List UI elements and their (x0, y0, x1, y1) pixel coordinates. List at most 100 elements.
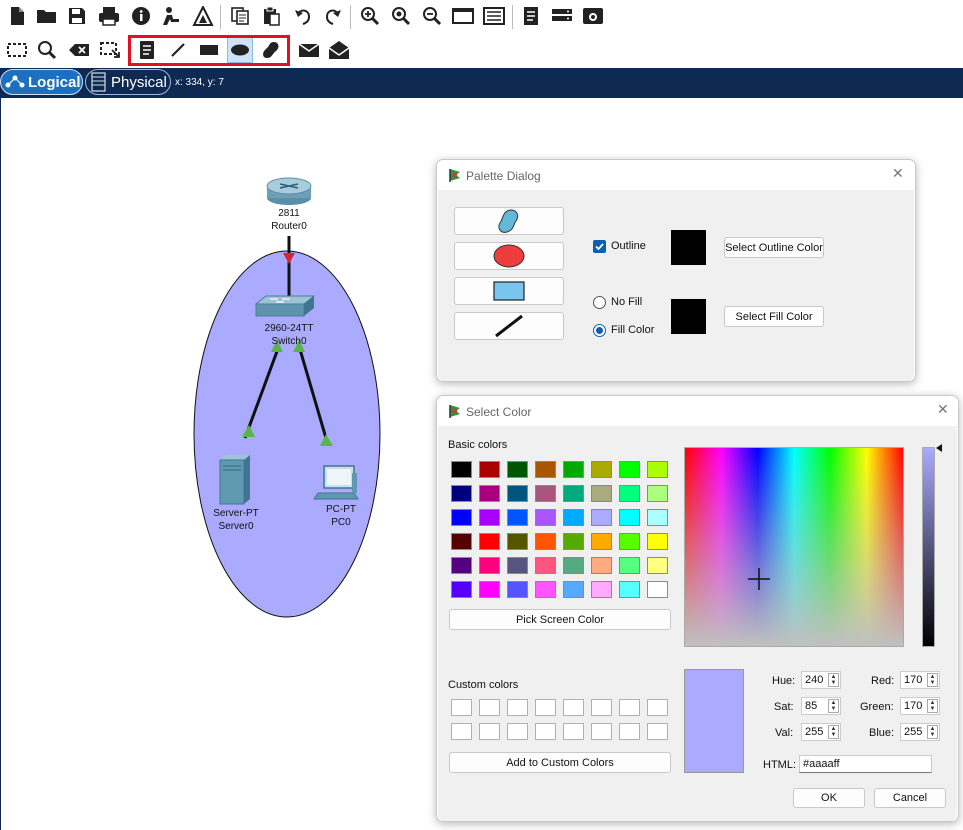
spin-arrows-icon[interactable]: ▲ ▼ (927, 699, 938, 713)
basic-color-swatch[interactable] (563, 533, 584, 550)
basic-color-swatch[interactable] (563, 509, 584, 526)
basic-color-swatch[interactable] (507, 485, 528, 502)
basic-color-swatch[interactable] (647, 509, 668, 526)
basic-color-swatch[interactable] (535, 485, 556, 502)
ellipse-shape-button[interactable] (454, 242, 564, 270)
custom-color-slot[interactable] (507, 699, 528, 716)
basic-color-swatch[interactable] (647, 557, 668, 574)
add-to-custom-colors-button[interactable]: Add to Custom Colors (449, 752, 671, 773)
basic-color-swatch[interactable] (591, 581, 612, 598)
html-color-input[interactable]: #aaaaff (799, 755, 932, 773)
custom-color-slot[interactable] (535, 723, 556, 740)
value-slider-pointer-icon[interactable] (935, 443, 943, 453)
cancel-button[interactable]: Cancel (874, 788, 946, 808)
spin-arrows-icon[interactable]: ▲ ▼ (927, 673, 938, 687)
basic-color-swatch[interactable] (563, 485, 584, 502)
basic-color-swatch[interactable] (451, 557, 472, 574)
freeform-shape-button[interactable] (454, 207, 564, 235)
blue-spinbox[interactable]: 255 ▲ ▼ (900, 723, 940, 741)
basic-color-swatch[interactable] (619, 557, 640, 574)
basic-color-swatch[interactable] (479, 533, 500, 550)
sat-spinbox[interactable]: 85 ▲ ▼ (801, 697, 841, 715)
fill-color-radio[interactable] (593, 324, 606, 337)
custom-color-slot[interactable] (451, 699, 472, 716)
basic-color-swatch[interactable] (619, 581, 640, 598)
basic-color-swatch[interactable] (591, 461, 612, 478)
basic-color-swatch[interactable] (563, 557, 584, 574)
basic-color-swatch[interactable] (479, 485, 500, 502)
basic-color-swatch[interactable] (479, 509, 500, 526)
custom-color-slot[interactable] (451, 723, 472, 740)
val-spinbox[interactable]: 255 ▲ ▼ (801, 723, 841, 741)
basic-color-swatch[interactable] (647, 533, 668, 550)
router-icon[interactable] (266, 177, 312, 205)
basic-color-swatch[interactable] (647, 485, 668, 502)
basic-color-swatch[interactable] (591, 509, 612, 526)
basic-color-swatch[interactable] (451, 461, 472, 478)
line-shape-button[interactable] (454, 312, 564, 340)
outline-checkbox[interactable] (593, 240, 606, 253)
basic-color-swatch[interactable] (507, 461, 528, 478)
basic-color-swatch[interactable] (451, 485, 472, 502)
spin-arrows-icon[interactable]: ▲ ▼ (828, 673, 839, 687)
spin-arrows-icon[interactable]: ▲ ▼ (828, 699, 839, 713)
custom-color-slot[interactable] (619, 699, 640, 716)
custom-color-slot[interactable] (647, 699, 668, 716)
hue-spinbox[interactable]: 240 ▲ ▼ (801, 671, 841, 689)
basic-color-swatch[interactable] (647, 581, 668, 598)
server-icon[interactable] (219, 455, 250, 505)
pick-screen-color-button[interactable]: Pick Screen Color (449, 609, 671, 630)
basic-color-swatch[interactable] (507, 533, 528, 550)
basic-color-swatch[interactable] (451, 509, 472, 526)
basic-color-swatch[interactable] (451, 581, 472, 598)
basic-color-swatch[interactable] (479, 461, 500, 478)
custom-colors-label: Custom colors (448, 679, 519, 691)
ok-button[interactable]: OK (793, 788, 865, 808)
basic-color-swatch[interactable] (619, 461, 640, 478)
select-outline-color-button[interactable]: Select Outline Color (724, 237, 824, 258)
value-slider[interactable] (922, 447, 935, 647)
basic-color-swatch[interactable] (535, 581, 556, 598)
basic-color-swatch[interactable] (507, 509, 528, 526)
custom-color-slot[interactable] (647, 723, 668, 740)
basic-color-swatch[interactable] (619, 533, 640, 550)
basic-color-swatch[interactable] (563, 581, 584, 598)
basic-color-swatch[interactable] (535, 533, 556, 550)
basic-color-swatch[interactable] (619, 485, 640, 502)
custom-color-slot[interactable] (479, 723, 500, 740)
basic-color-swatch[interactable] (535, 461, 556, 478)
custom-color-slot[interactable] (591, 723, 612, 740)
custom-color-slot[interactable] (507, 723, 528, 740)
basic-color-swatch[interactable] (507, 557, 528, 574)
basic-color-swatch[interactable] (479, 557, 500, 574)
basic-color-swatch[interactable] (591, 557, 612, 574)
custom-color-slot[interactable] (563, 699, 584, 716)
switch-icon[interactable] (254, 295, 316, 317)
basic-color-swatch[interactable] (591, 485, 612, 502)
custom-color-slot[interactable] (619, 723, 640, 740)
basic-color-swatch[interactable] (451, 533, 472, 550)
close-icon[interactable]: ✕ (892, 165, 904, 182)
spin-arrows-icon[interactable]: ▲ ▼ (927, 725, 938, 739)
no-fill-radio[interactable] (593, 296, 606, 309)
basic-color-swatch[interactable] (479, 581, 500, 598)
hue-saturation-picker[interactable] (684, 447, 904, 647)
basic-color-swatch[interactable] (535, 509, 556, 526)
green-spinbox[interactable]: 170 ▲ ▼ (900, 697, 940, 715)
basic-color-swatch[interactable] (563, 461, 584, 478)
rectangle-shape-button[interactable] (454, 277, 564, 305)
server-model: Server-PT (213, 508, 259, 519)
custom-color-slot[interactable] (563, 723, 584, 740)
red-spinbox[interactable]: 170 ▲ ▼ (900, 671, 940, 689)
basic-color-swatch[interactable] (507, 581, 528, 598)
custom-color-slot[interactable] (535, 699, 556, 716)
basic-color-swatch[interactable] (619, 509, 640, 526)
basic-color-swatch[interactable] (647, 461, 668, 478)
custom-color-slot[interactable] (479, 699, 500, 716)
basic-color-swatch[interactable] (535, 557, 556, 574)
close-icon[interactable]: ✕ (937, 401, 949, 418)
basic-color-swatch[interactable] (591, 533, 612, 550)
custom-color-slot[interactable] (591, 699, 612, 716)
spin-arrows-icon[interactable]: ▲ ▼ (828, 725, 839, 739)
select-fill-color-button[interactable]: Select Fill Color (724, 306, 824, 327)
